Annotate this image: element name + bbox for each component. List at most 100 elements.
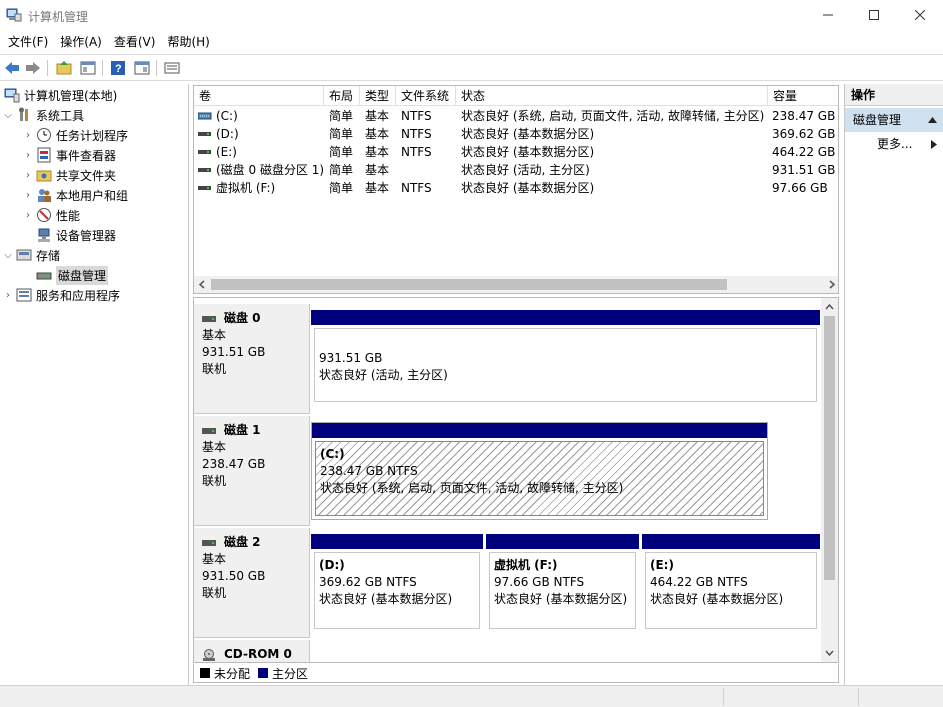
tree-item-performance[interactable]: › 性能 bbox=[22, 205, 80, 225]
tree-label: 存储 bbox=[36, 248, 61, 263]
table-row[interactable]: (D:) 简单 基本 NTFS 状态良好 (基本数据分区) 369.62 GB bbox=[194, 125, 838, 143]
chevron-right-icon[interactable]: › bbox=[22, 170, 34, 181]
tree-item-storage[interactable]: ⌵ 存储 bbox=[2, 245, 60, 265]
vertical-scrollbar[interactable] bbox=[821, 298, 838, 662]
export-list-button[interactable] bbox=[163, 59, 181, 77]
menu-help[interactable]: 帮助(H) bbox=[161, 31, 215, 53]
back-button[interactable] bbox=[3, 59, 21, 77]
help-button[interactable]: ? bbox=[109, 59, 127, 77]
tree-item-task-scheduler[interactable]: › 任务计划程序 bbox=[22, 125, 128, 145]
scroll-left-icon[interactable] bbox=[198, 280, 206, 289]
column-header-status[interactable]: 状态 bbox=[456, 86, 768, 106]
tree-item-shared-folders[interactable]: › 共享文件夹 bbox=[22, 165, 116, 185]
partition-f[interactable]: 虚拟机 (F:) 97.66 GB NTFS 状态良好 (基本数据分区) bbox=[486, 534, 639, 632]
partition-c[interactable]: (C:) 238.47 GB NTFS 状态良好 (系统, 启动, 页面文件, … bbox=[311, 422, 768, 520]
disk-row: CD-ROM 0 bbox=[194, 640, 838, 662]
disk-type: 基本 bbox=[202, 552, 227, 566]
tree-label: 任务计划程序 bbox=[56, 128, 129, 143]
cell-status: 状态良好 (基本数据分区) bbox=[461, 145, 595, 159]
horizontal-scrollbar[interactable] bbox=[194, 276, 838, 293]
partition-name: (D:) bbox=[319, 558, 345, 572]
partition-e[interactable]: (E:) 464.22 GB NTFS 状态良好 (基本数据分区) bbox=[642, 534, 820, 632]
partition-status: 状态良好 (活动, 主分区) bbox=[319, 368, 448, 382]
chevron-right-icon[interactable]: › bbox=[22, 210, 34, 221]
disk-type: 基本 bbox=[202, 440, 227, 454]
partition-bar bbox=[642, 534, 820, 549]
forward-button[interactable] bbox=[24, 59, 42, 77]
table-row[interactable]: (磁盘 0 磁盘分区 1) 简单 基本 状态良好 (活动, 主分区) 931.5… bbox=[194, 161, 838, 179]
column-header-type[interactable]: 类型 bbox=[360, 86, 396, 106]
column-header-volume[interactable]: 卷 bbox=[194, 86, 324, 106]
table-row[interactable]: (E:) 简单 基本 NTFS 状态良好 (基本数据分区) 464.22 GB bbox=[194, 143, 838, 161]
chevron-right-icon[interactable]: › bbox=[22, 190, 34, 201]
scroll-down-icon[interactable] bbox=[825, 649, 834, 657]
close-button[interactable] bbox=[897, 0, 943, 30]
drive-icon bbox=[198, 132, 211, 136]
minimize-button[interactable] bbox=[805, 0, 851, 30]
disk-info[interactable]: 磁盘 0 基本 931.51 GB 联机 bbox=[194, 304, 310, 414]
up-folder-button[interactable] bbox=[55, 59, 73, 77]
legend: 未分配 主分区 bbox=[193, 664, 839, 683]
computer-management-icon bbox=[4, 87, 20, 103]
partition[interactable]: 931.51 GB 状态良好 (活动, 主分区) bbox=[311, 310, 820, 405]
table-row[interactable]: (C:) 简单 基本 NTFS 状态良好 (系统, 启动, 页面文件, 活动, … bbox=[194, 107, 838, 125]
forward-arrow-icon bbox=[26, 62, 40, 74]
maximize-button[interactable] bbox=[851, 0, 897, 30]
disk-info[interactable]: CD-ROM 0 bbox=[194, 640, 310, 662]
tree-item-computer-management[interactable]: 计算机管理(本地) bbox=[2, 85, 117, 105]
scroll-up-icon[interactable] bbox=[825, 303, 834, 311]
status-bar bbox=[0, 685, 943, 707]
menu-view[interactable]: 查看(V) bbox=[108, 31, 162, 53]
chevron-right-icon[interactable]: › bbox=[22, 150, 34, 161]
tree-label: 系统工具 bbox=[36, 108, 85, 123]
tree-item-event-viewer[interactable]: › 事件查看器 bbox=[22, 145, 116, 165]
actions-section-disk-management[interactable]: 磁盘管理 bbox=[845, 108, 943, 132]
table-row[interactable]: 虚拟机 (F:) 简单 基本 NTFS 状态良好 (基本数据分区) 97.66 … bbox=[194, 179, 838, 197]
status-bar-divider bbox=[858, 688, 859, 706]
scrollbar-thumb[interactable] bbox=[211, 279, 727, 290]
disk-type: 基本 bbox=[202, 328, 227, 342]
actions-more[interactable]: 更多... bbox=[845, 132, 943, 156]
cell-volume: 虚拟机 (F:) bbox=[216, 181, 276, 195]
cell-capacity: 238.47 GB bbox=[772, 109, 836, 123]
partition-box: (D:) 369.62 GB NTFS 状态良好 (基本数据分区) bbox=[314, 552, 480, 629]
column-header-capacity[interactable]: 容量 bbox=[768, 86, 838, 106]
chevron-down-icon[interactable]: ⌵ bbox=[2, 110, 14, 121]
menu-action[interactable]: 操作(A) bbox=[54, 31, 108, 53]
scrollbar-thumb[interactable] bbox=[824, 316, 835, 580]
chevron-down-icon[interactable]: ⌵ bbox=[2, 250, 14, 261]
column-header-layout[interactable]: 布局 bbox=[324, 86, 360, 106]
tree-item-device-manager[interactable]: 设备管理器 bbox=[34, 225, 116, 245]
partition-d[interactable]: (D:) 369.62 GB NTFS 状态良好 (基本数据分区) bbox=[311, 534, 483, 632]
toolbar-separator bbox=[102, 60, 103, 76]
disk-icon bbox=[202, 539, 216, 546]
disk-icon bbox=[202, 315, 216, 322]
column-header-filesystem[interactable]: 文件系统 bbox=[396, 86, 456, 106]
tree-item-disk-management[interactable]: 磁盘管理 bbox=[34, 265, 109, 285]
toolbar-separator bbox=[156, 60, 157, 76]
tree-item-services-apps[interactable]: › 服务和应用程序 bbox=[2, 285, 120, 305]
disk-row: 磁盘 2 基本 931.50 GB 联机 (D:) 369.62 GB NTFS… bbox=[194, 528, 838, 640]
properties-button[interactable] bbox=[133, 59, 151, 77]
scroll-right-icon[interactable] bbox=[828, 280, 836, 289]
partition-box: 931.51 GB 状态良好 (活动, 主分区) bbox=[314, 328, 817, 402]
title-bar: 计算机管理 bbox=[0, 0, 943, 31]
partition-status: 状态良好 (系统, 启动, 页面文件, 活动, 故障转储, 主分区) bbox=[320, 481, 624, 495]
chevron-right-icon[interactable]: › bbox=[22, 130, 34, 141]
tree-item-local-users[interactable]: › 本地用户和组 bbox=[22, 185, 128, 205]
disk-name-text: CD-ROM 0 bbox=[224, 647, 292, 661]
collapse-up-icon[interactable] bbox=[928, 117, 937, 123]
drive-icon bbox=[198, 168, 211, 172]
show-hide-tree-button[interactable] bbox=[79, 59, 97, 77]
services-icon bbox=[16, 287, 32, 303]
storage-icon bbox=[16, 247, 32, 263]
cell-type: 基本 bbox=[365, 109, 390, 123]
disk-state: 联机 bbox=[202, 474, 227, 488]
disk-info[interactable]: 磁盘 1 基本 238.47 GB 联机 bbox=[194, 416, 310, 526]
disk-info[interactable]: 磁盘 2 基本 931.50 GB 联机 bbox=[194, 528, 310, 638]
partition-size: 369.62 GB NTFS bbox=[319, 575, 417, 589]
tree-item-system-tools[interactable]: ⌵ 系统工具 bbox=[2, 105, 84, 125]
tree-label: 磁盘管理 bbox=[56, 265, 109, 285]
menu-file[interactable]: 文件(F) bbox=[2, 31, 54, 53]
chevron-right-icon[interactable]: › bbox=[2, 290, 14, 301]
